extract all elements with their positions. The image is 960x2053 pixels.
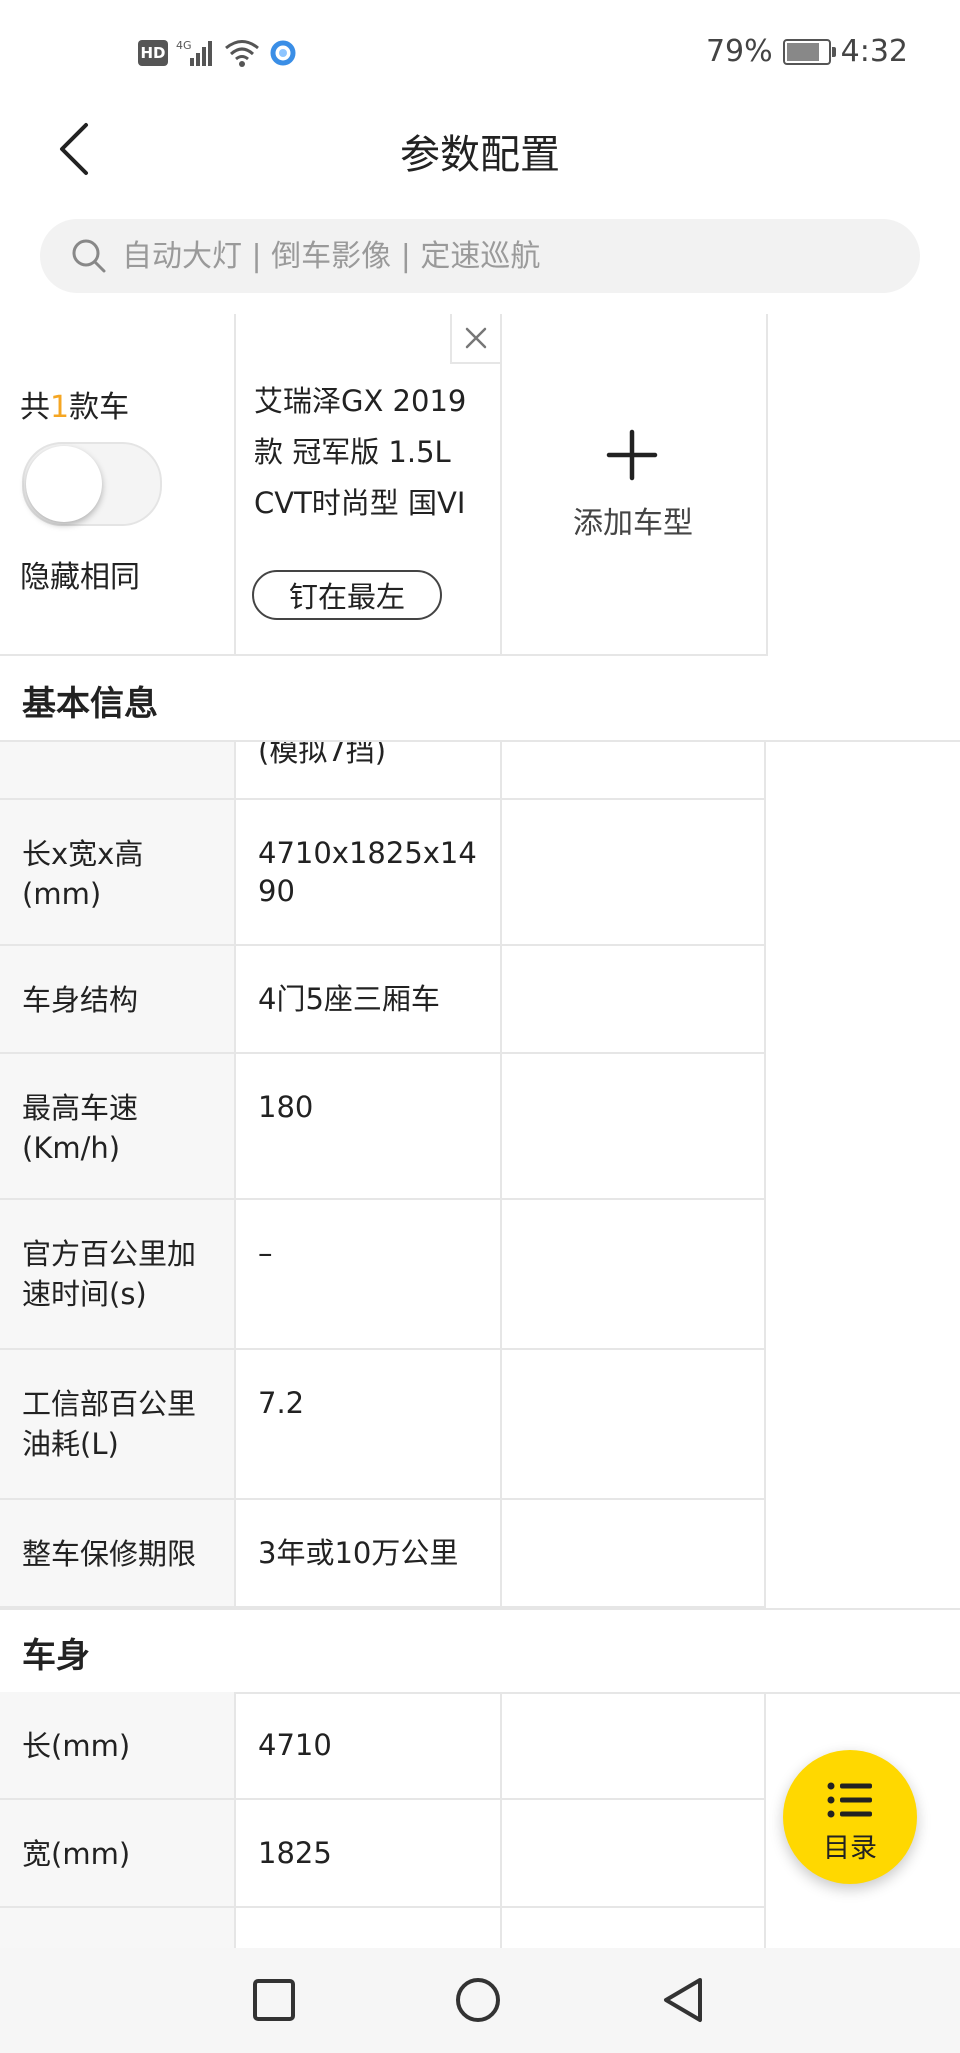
compare-summary: 共1款车 隐藏相同 — [0, 314, 236, 656]
home-icon[interactable] — [454, 1976, 502, 2024]
table-row: 车身结构 4门5座三厢车 — [0, 946, 766, 1054]
row-label: 车身结构 — [22, 983, 139, 1017]
table-row-partial: (模拟7挡) — [0, 742, 766, 800]
section-title: 基本信息 — [22, 684, 158, 724]
row-label: 长x宽x高(mm) — [22, 837, 144, 911]
section-basic-info: 基本信息 — [0, 656, 960, 742]
cell-value: 1825 — [258, 1836, 332, 1870]
recent-apps-icon[interactable] — [252, 1978, 296, 2022]
network-type: 4G — [176, 39, 192, 52]
clock-time: 4:32 — [840, 34, 908, 69]
hide-same-toggle[interactable] — [22, 442, 162, 526]
wifi-icon — [225, 40, 259, 67]
car-count: 共1款车 — [20, 390, 130, 425]
list-icon — [827, 1782, 872, 1818]
add-car-label: 添加车型 — [573, 506, 693, 541]
table-row: 官方百公里加速时间(s) – — [0, 1200, 766, 1350]
table-row-partial — [0, 1908, 766, 1948]
back-nav-icon[interactable] — [660, 1976, 706, 2024]
cell-value: 180 — [258, 1090, 314, 1124]
table-row: 工信部百公里油耗(L) 7.2 — [0, 1350, 766, 1500]
pin-left-button[interactable]: 钉在最左 — [252, 570, 442, 620]
status-icons-left: HD 4G — [138, 38, 298, 68]
table-row: 最高车速(Km/h) 180 — [0, 1054, 766, 1200]
plus-icon — [606, 429, 658, 481]
table-row: 长x宽x高(mm) 4710x1825x1490 — [0, 800, 766, 946]
add-car-button[interactable]: 添加车型 — [500, 314, 768, 656]
toc-button[interactable]: 目录 — [783, 1750, 917, 1884]
row-label: 工信部百公里油耗(L) — [22, 1387, 197, 1461]
battery-icon — [782, 38, 836, 65]
table-row: 长(mm) 4710 — [0, 1692, 766, 1800]
cell-value: 4710 — [258, 1728, 332, 1762]
car-column: 艾瑞泽GX 2019款 冠军版 1.5L CVT时尚型 国VI 钉在最左 — [234, 314, 502, 656]
search-bar[interactable] — [40, 219, 920, 293]
signal-icon: 4G — [176, 39, 212, 66]
cell-value: 3年或10万公里 — [258, 1536, 459, 1570]
search-input[interactable] — [122, 219, 902, 293]
row-label: 官方百公里加速时间(s) — [22, 1237, 197, 1311]
cell-value: 4710x1825x1490 — [258, 836, 477, 908]
page-title: 参数配置 — [400, 132, 560, 178]
cell-value: (模拟7挡) — [258, 742, 387, 768]
app-notification-icon — [270, 40, 296, 66]
row-label: 长(mm) — [22, 1729, 131, 1763]
cell-value: 4门5座三厢车 — [258, 982, 440, 1016]
car-count-number: 1 — [50, 390, 70, 425]
hd-badge: HD — [138, 40, 168, 66]
table-row: 宽(mm) 1825 — [0, 1800, 766, 1908]
car-name[interactable]: 艾瑞泽GX 2019款 冠军版 1.5L CVT时尚型 国VI — [254, 376, 490, 529]
cell-value: – — [258, 1236, 273, 1270]
status-icons-right: 79% 4:32 — [706, 34, 908, 69]
close-icon — [465, 327, 487, 349]
row-label: 最高车速(Km/h) — [22, 1091, 139, 1165]
row-label: 宽(mm) — [22, 1837, 131, 1871]
toggle-knob — [26, 446, 102, 522]
remove-car-button[interactable] — [450, 314, 500, 364]
battery-percent: 79% — [705, 34, 773, 69]
search-icon — [72, 239, 106, 273]
section-title: 车身 — [22, 1636, 90, 1676]
hide-same-label: 隐藏相同 — [20, 560, 140, 595]
cell-value: 7.2 — [258, 1386, 305, 1420]
table-row: 整车保修期限 3年或10万公里 — [0, 1500, 766, 1608]
system-nav-bar — [0, 1948, 960, 2053]
row-label: 整车保修期限 — [22, 1537, 197, 1571]
toc-label: 目录 — [823, 1833, 877, 1864]
status-bar: HD 4G 79% 4:32 — [0, 0, 960, 110]
section-body: 车身 — [0, 1608, 960, 1694]
